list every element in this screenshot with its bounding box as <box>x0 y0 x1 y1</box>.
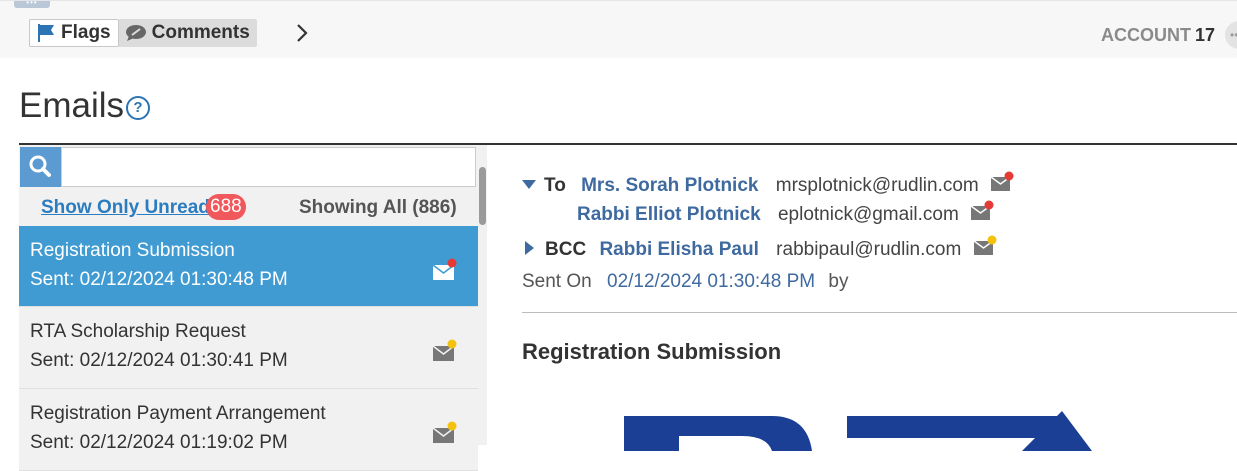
bcc-row: BCC Rabbi Elisha Paul rabbipaul@rudlin.c… <box>522 235 997 261</box>
envelope-icon <box>432 258 457 280</box>
email-list-item[interactable]: Registration Submission Sent: 02/12/2024… <box>19 226 478 307</box>
email-subject: Registration Submission <box>30 240 235 261</box>
envelope-icon <box>973 235 997 255</box>
collapse-arrow-icon[interactable] <box>522 180 536 189</box>
email-subject-heading: Registration Submission <box>522 339 782 364</box>
sent-on-row: Sent On 02/12/2024 01:30:48 PM by <box>522 271 848 293</box>
search-input[interactable] <box>61 147 476 187</box>
list-scrollbar[interactable] <box>479 167 486 225</box>
email-list-item[interactable]: RTA Scholarship Request Sent: 02/12/2024… <box>19 307 478 389</box>
tab-comments[interactable]: Comments <box>118 19 257 47</box>
showing-all-label: Showing All (886) <box>299 197 457 218</box>
expand-arrow-icon[interactable] <box>525 241 534 255</box>
page-title: Emails <box>19 86 125 125</box>
rta-logo-icon <box>624 411 1092 451</box>
sent-on-date: 02/12/2024 01:30:48 PM <box>607 271 816 292</box>
recipient-email: mrsplotnick@rudlin.com <box>775 175 979 196</box>
email-list-item[interactable]: Registration Payment Arrangement Sent: 0… <box>19 389 478 471</box>
envelope-icon <box>990 171 1014 191</box>
recipient-name[interactable]: Mrs. Sorah Plotnick <box>581 175 758 196</box>
bcc-email: rabbipaul@rudlin.com <box>776 239 962 260</box>
show-only-unread-link[interactable]: Show Only Unread <box>41 197 210 219</box>
flag-icon <box>38 24 54 42</box>
comment-icon <box>125 25 146 41</box>
email-sent-date: Sent: 02/12/2024 01:19:02 PM <box>30 432 288 453</box>
email-sent-date: Sent: 02/12/2024 01:30:41 PM <box>30 350 288 371</box>
email-list-pane: Show Only Unread 688 Showing All (886) R… <box>19 145 487 471</box>
email-subject: Registration Payment Arrangement <box>30 403 326 424</box>
search-button[interactable] <box>20 147 61 187</box>
tab-comments-label: Comments <box>151 22 250 43</box>
tab-bar: Flags Comments <box>29 19 257 47</box>
email-sent-date: Sent: 02/12/2024 01:30:48 PM <box>30 269 288 290</box>
to-label: To <box>544 175 566 196</box>
to-row: To Mrs. Sorah Plotnick mrsplotnick@rudli… <box>522 171 1014 197</box>
to-row-2: Rabbi Elliot Plotnick eplotnick@gmail.co… <box>577 200 994 226</box>
bcc-name[interactable]: Rabbi Elisha Paul <box>599 239 758 260</box>
account-indicator: ACCOUNT 17 <box>1101 25 1215 46</box>
account-number: 17 <box>1195 25 1216 45</box>
sent-on-label: Sent On <box>522 271 592 292</box>
top-toolbar: ••• Flags Comments ACCOUNT17 •• <box>0 0 1237 58</box>
email-detail-pane: To Mrs. Sorah Plotnick mrsplotnick@rudli… <box>522 145 1237 451</box>
detail-divider <box>522 312 1237 313</box>
search-icon <box>29 155 51 177</box>
envelope-icon <box>432 339 457 361</box>
drag-handle-icon[interactable]: ••• <box>14 0 50 8</box>
tab-flags[interactable]: Flags <box>29 19 119 47</box>
recipient-email: eplotnick@gmail.com <box>777 204 959 225</box>
tab-flags-label: Flags <box>61 22 111 43</box>
bcc-label: BCC <box>545 239 587 260</box>
help-icon[interactable]: ? <box>126 96 150 120</box>
unread-count-badge: 688 <box>206 194 246 220</box>
more-options-icon[interactable]: •• <box>1225 21 1237 49</box>
envelope-icon <box>970 200 994 220</box>
chevron-right-icon[interactable] <box>292 22 312 44</box>
envelope-icon <box>432 421 457 443</box>
account-label: ACCOUNT <box>1101 25 1191 45</box>
email-list: Registration Submission Sent: 02/12/2024… <box>19 226 478 471</box>
recipient-name[interactable]: Rabbi Elliot Plotnick <box>577 204 761 225</box>
by-label: by <box>828 271 849 292</box>
email-subject: RTA Scholarship Request <box>30 321 246 342</box>
